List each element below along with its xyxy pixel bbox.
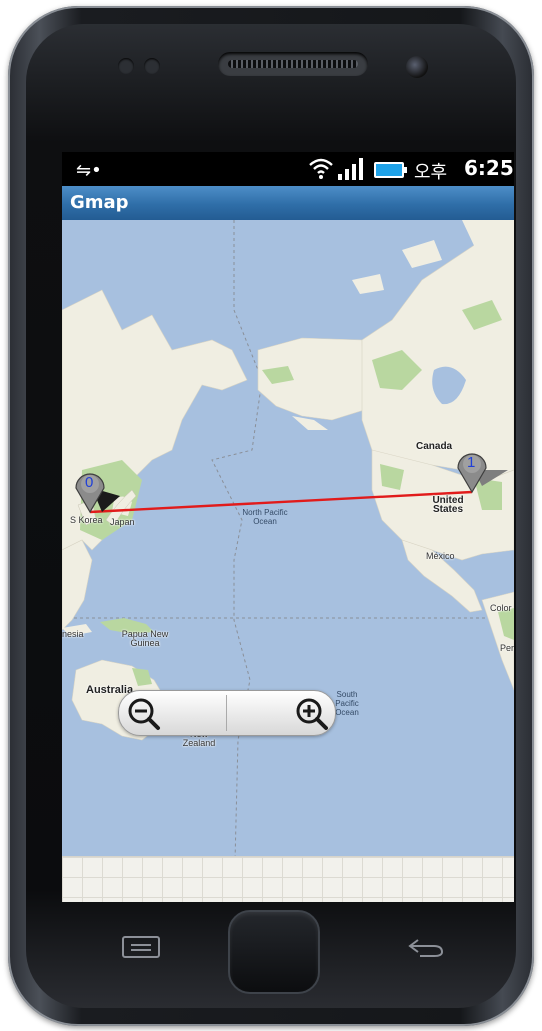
status-ampm: 오후 bbox=[414, 162, 448, 183]
zoom-in-icon[interactable] bbox=[295, 697, 329, 731]
status-bar: ⇋• 오후 6:25 bbox=[62, 152, 514, 186]
map-bottom-strip bbox=[62, 856, 514, 902]
battery-icon bbox=[374, 162, 407, 178]
status-clock: 6:25 bbox=[464, 156, 514, 180]
wifi-icon bbox=[309, 158, 333, 179]
label-s-korea: S Korea bbox=[70, 515, 103, 525]
home-button[interactable] bbox=[228, 910, 320, 994]
device-screen: ⇋• 오후 6:25 Gmap 0 1 Canada United States… bbox=[62, 152, 514, 902]
marker-label-1: 1 bbox=[467, 454, 476, 471]
app-title-bar: Gmap bbox=[62, 186, 514, 221]
label-papua: Papua New Guinea bbox=[121, 629, 169, 648]
map-canvas[interactable] bbox=[62, 220, 514, 902]
label-united-states: United States bbox=[432, 495, 464, 515]
sensor-dots bbox=[118, 58, 164, 74]
front-camera bbox=[406, 56, 428, 78]
signal-icon bbox=[338, 158, 363, 180]
label-japan: Japan bbox=[110, 517, 135, 527]
label-peru: Per bbox=[500, 643, 514, 653]
label-indonesia: nesia bbox=[62, 629, 84, 639]
label-mexico: México bbox=[426, 551, 455, 561]
earpiece-speaker bbox=[218, 52, 368, 76]
label-colombia: Color bbox=[490, 603, 512, 613]
menu-icon[interactable] bbox=[120, 934, 162, 960]
zoom-control bbox=[118, 690, 336, 736]
label-north-pacific: North Pacific Ocean bbox=[242, 508, 288, 526]
map-view[interactable]: 0 1 Canada United States México S Korea … bbox=[62, 220, 514, 902]
label-canada: Canada bbox=[416, 441, 453, 452]
zoom-divider bbox=[226, 695, 227, 731]
app-title: Gmap bbox=[70, 192, 129, 213]
marker-label-0: 0 bbox=[85, 474, 94, 491]
zoom-out-icon[interactable] bbox=[127, 697, 161, 731]
back-icon[interactable] bbox=[404, 934, 446, 960]
usb-icon: ⇋• bbox=[76, 160, 102, 181]
